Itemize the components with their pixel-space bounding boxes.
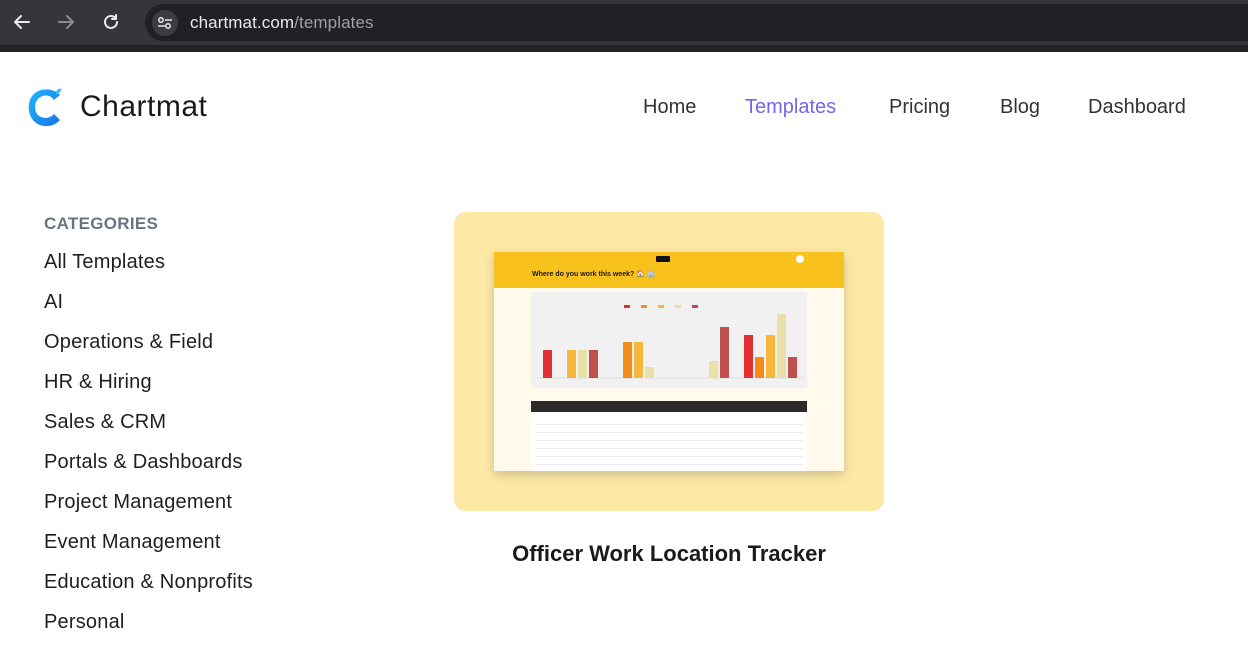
preview-title: Where do you work this week? 🏠 🏢 — [532, 271, 656, 278]
template-card[interactable]: Where do you work this week? 🏠 🏢 — [454, 212, 884, 511]
preview-table-row — [535, 424, 803, 425]
arrow-left-icon — [14, 15, 30, 29]
preview-banner: Where do you work this week? 🏠 🏢 — [494, 252, 844, 288]
categories-heading: CATEGORIES — [44, 214, 159, 233]
preview-table-header — [531, 401, 807, 412]
category-personal[interactable]: Personal — [44, 611, 125, 634]
preview-table-row — [535, 432, 803, 433]
preview-chart — [531, 292, 807, 388]
template-title[interactable]: Officer Work Location Tracker — [454, 541, 884, 567]
category-education-nonprofits[interactable]: Education & Nonprofits — [44, 571, 253, 594]
preview-table-row — [535, 448, 803, 449]
site-info-button[interactable] — [152, 10, 178, 36]
url-host: chartmat.com — [190, 13, 295, 32]
url-text[interactable]: chartmat.com/templates — [190, 13, 374, 33]
category-hr-hiring[interactable]: HR & Hiring — [44, 371, 152, 394]
url-path: /templates — [294, 13, 374, 32]
nav-templates[interactable]: Templates — [745, 96, 836, 119]
site-header: Chartmat Home Templates Pricing Blog Das… — [0, 52, 1248, 162]
preview-table — [531, 412, 807, 471]
preview-table-row — [535, 440, 803, 441]
category-sales-crm[interactable]: Sales & CRM — [44, 411, 166, 434]
reload-icon — [104, 14, 118, 29]
preview-bars — [537, 305, 803, 379]
category-all-templates[interactable]: All Templates — [44, 251, 165, 274]
category-operations-field[interactable]: Operations & Field — [44, 331, 213, 354]
category-event-management[interactable]: Event Management — [44, 531, 221, 554]
category-project-management[interactable]: Project Management — [44, 491, 232, 514]
address-bar[interactable]: chartmat.com/templates — [145, 4, 1248, 41]
reload-button[interactable] — [98, 9, 124, 35]
brand-name[interactable]: Chartmat — [80, 90, 207, 124]
arrow-right-icon — [58, 15, 74, 29]
nav-dashboard[interactable]: Dashboard — [1088, 96, 1186, 119]
browser-toolbar: chartmat.com/templates — [0, 0, 1248, 52]
nav-home[interactable]: Home — [643, 96, 696, 119]
forward-button[interactable] — [53, 9, 79, 35]
nav-pricing[interactable]: Pricing — [889, 96, 950, 119]
toolbar-divider — [0, 45, 1248, 52]
back-button[interactable] — [9, 9, 35, 35]
tune-icon — [158, 17, 172, 29]
category-portals-dashboards[interactable]: Portals & Dashboards — [44, 451, 243, 474]
preview-tab — [656, 256, 670, 262]
chartmat-logo-icon[interactable] — [26, 86, 64, 128]
category-ai[interactable]: AI — [44, 291, 63, 314]
nav-blog[interactable]: Blog — [1000, 96, 1040, 119]
preview-table-row — [535, 464, 803, 465]
template-preview-image: Where do you work this week? 🏠 🏢 — [494, 252, 844, 471]
preview-avatar — [796, 255, 804, 263]
preview-table-row — [535, 456, 803, 457]
